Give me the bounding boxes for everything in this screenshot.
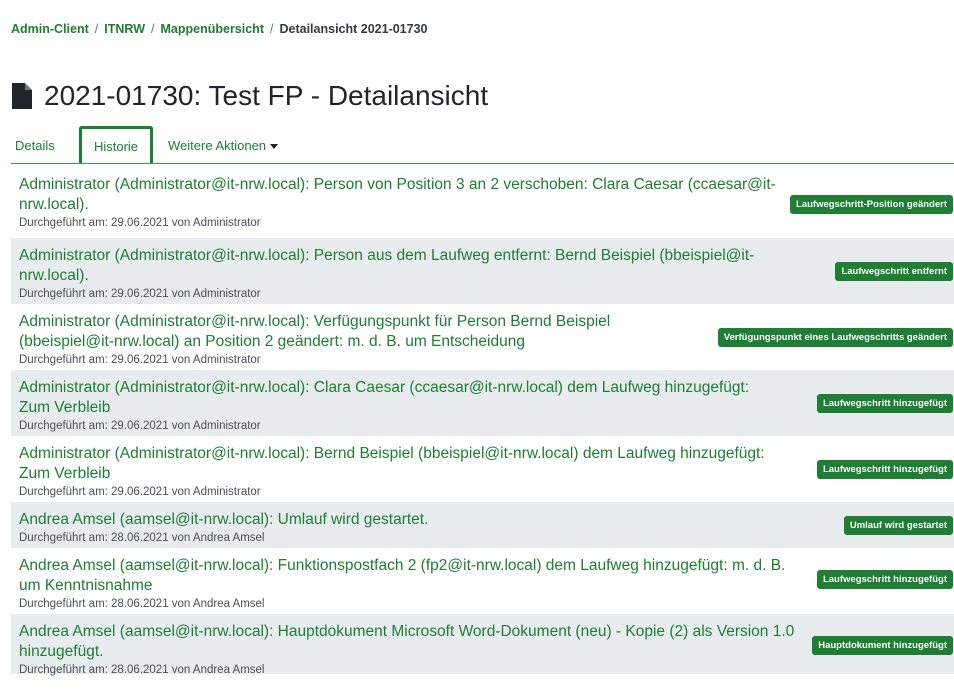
tab-historie-label: Historie (93, 138, 139, 154)
breadcrumb-link-itnrw[interactable]: ITNRW (104, 22, 145, 36)
breadcrumb-separator: / (151, 22, 155, 36)
history-entry-message: Andrea Amsel (aamsel@it-nrw.local): Funk… (19, 557, 786, 594)
history-entry-badge: Laufwegschritt hinzugefügt (816, 394, 953, 413)
history-entry-meta: Durchgeführt am: 28.06.2021 von Andrea A… (19, 532, 265, 544)
history-entry-badge: Hauptdokument hinzugefügt (812, 636, 953, 655)
history-entry-message: Administrator (Administrator@it-nrw.loca… (19, 247, 755, 284)
history-entry-badge: Umlauf wird gestartet (843, 516, 953, 535)
history-entry-message: Administrator (Administrator@it-nrw.loca… (19, 176, 776, 213)
tab-bar: Details Historie Weitere Aktionen (11, 126, 954, 164)
tab-details[interactable]: Details (15, 138, 55, 153)
page: Admin-Client / ITNRW / Mappenübersicht /… (0, 0, 954, 693)
breadcrumb: Admin-Client / ITNRW / Mappenübersicht /… (11, 22, 428, 36)
history-entry-badge: Laufwegschritt hinzugefügt (816, 570, 953, 589)
history-entry-badge: Verfügungspunkt eines Laufwegschritts ge… (717, 328, 953, 347)
page-title-container: 2021-01730: Test FP - Detailansicht (12, 76, 488, 116)
history-entry-meta: Durchgeführt am: 28.06.2021 von Andrea A… (19, 598, 265, 610)
breadcrumb-separator: / (94, 22, 99, 36)
tab-weitere-aktionen-label: Weitere Aktionen (168, 138, 267, 153)
tab-historie[interactable]: Historie (79, 126, 153, 163)
breadcrumb-separator: / (270, 22, 274, 36)
history-entry-message: Administrator (Administrator@it-nrw.loca… (19, 445, 765, 482)
history-entry: Andrea Amsel (aamsel@it-nrw.local): Umla… (11, 502, 954, 548)
history-list: Administrator (Administrator@it-nrw.loca… (11, 167, 954, 676)
history-entry: Andrea Amsel (aamsel@it-nrw.local): Haup… (11, 614, 954, 676)
history-entry: Administrator (Administrator@it-nrw.loca… (11, 370, 954, 436)
history-entry: Administrator (Administrator@it-nrw.loca… (11, 436, 954, 502)
history-entry: Administrator (Administrator@it-nrw.loca… (11, 238, 954, 304)
breadcrumb-link-admin-client[interactable]: Admin-Client (11, 22, 89, 36)
history-entry-meta: Durchgeführt am: 29.06.2021 von Administ… (19, 217, 261, 229)
history-entry-badge: Laufwegschritt entfernt (835, 262, 953, 281)
caret-down-icon (270, 144, 279, 150)
history-entry-message: Administrator (Administrator@it-nrw.loca… (19, 379, 750, 416)
history-entry-meta: Durchgeführt am: 28.06.2021 von Andrea A… (19, 664, 265, 676)
history-entry: Administrator (Administrator@it-nrw.loca… (11, 304, 954, 370)
breadcrumb-current: Detailansicht 2021-01730 (279, 22, 428, 36)
history-entry-message: Andrea Amsel (aamsel@it-nrw.local): Umla… (19, 511, 429, 528)
history-entry-message: Andrea Amsel (aamsel@it-nrw.local): Haup… (19, 623, 795, 660)
history-entry-badge: Laufwegschritt-Position geändert (790, 195, 953, 214)
history-entry-meta: Durchgeführt am: 29.06.2021 von Administ… (19, 288, 261, 300)
history-entry: Administrator (Administrator@it-nrw.loca… (11, 167, 954, 238)
history-entry: Andrea Amsel (aamsel@it-nrw.local): Funk… (11, 548, 954, 614)
file-document-icon (12, 83, 32, 109)
history-entry-meta: Durchgeführt am: 29.06.2021 von Administ… (19, 486, 261, 498)
history-entry-badge: Laufwegschritt hinzugefügt (816, 460, 953, 479)
page-title: 2021-01730: Test FP - Detailansicht (44, 80, 489, 111)
tab-weitere-aktionen-dropdown[interactable]: Weitere Aktionen (168, 138, 279, 153)
history-entry-meta: Durchgeführt am: 29.06.2021 von Administ… (19, 354, 261, 366)
breadcrumb-link-mappenuebersicht[interactable]: Mappenübersicht (161, 22, 265, 36)
history-entry-message: Administrator (Administrator@it-nrw.loca… (19, 313, 611, 350)
history-entry-meta: Durchgeführt am: 29.06.2021 von Administ… (19, 420, 261, 432)
